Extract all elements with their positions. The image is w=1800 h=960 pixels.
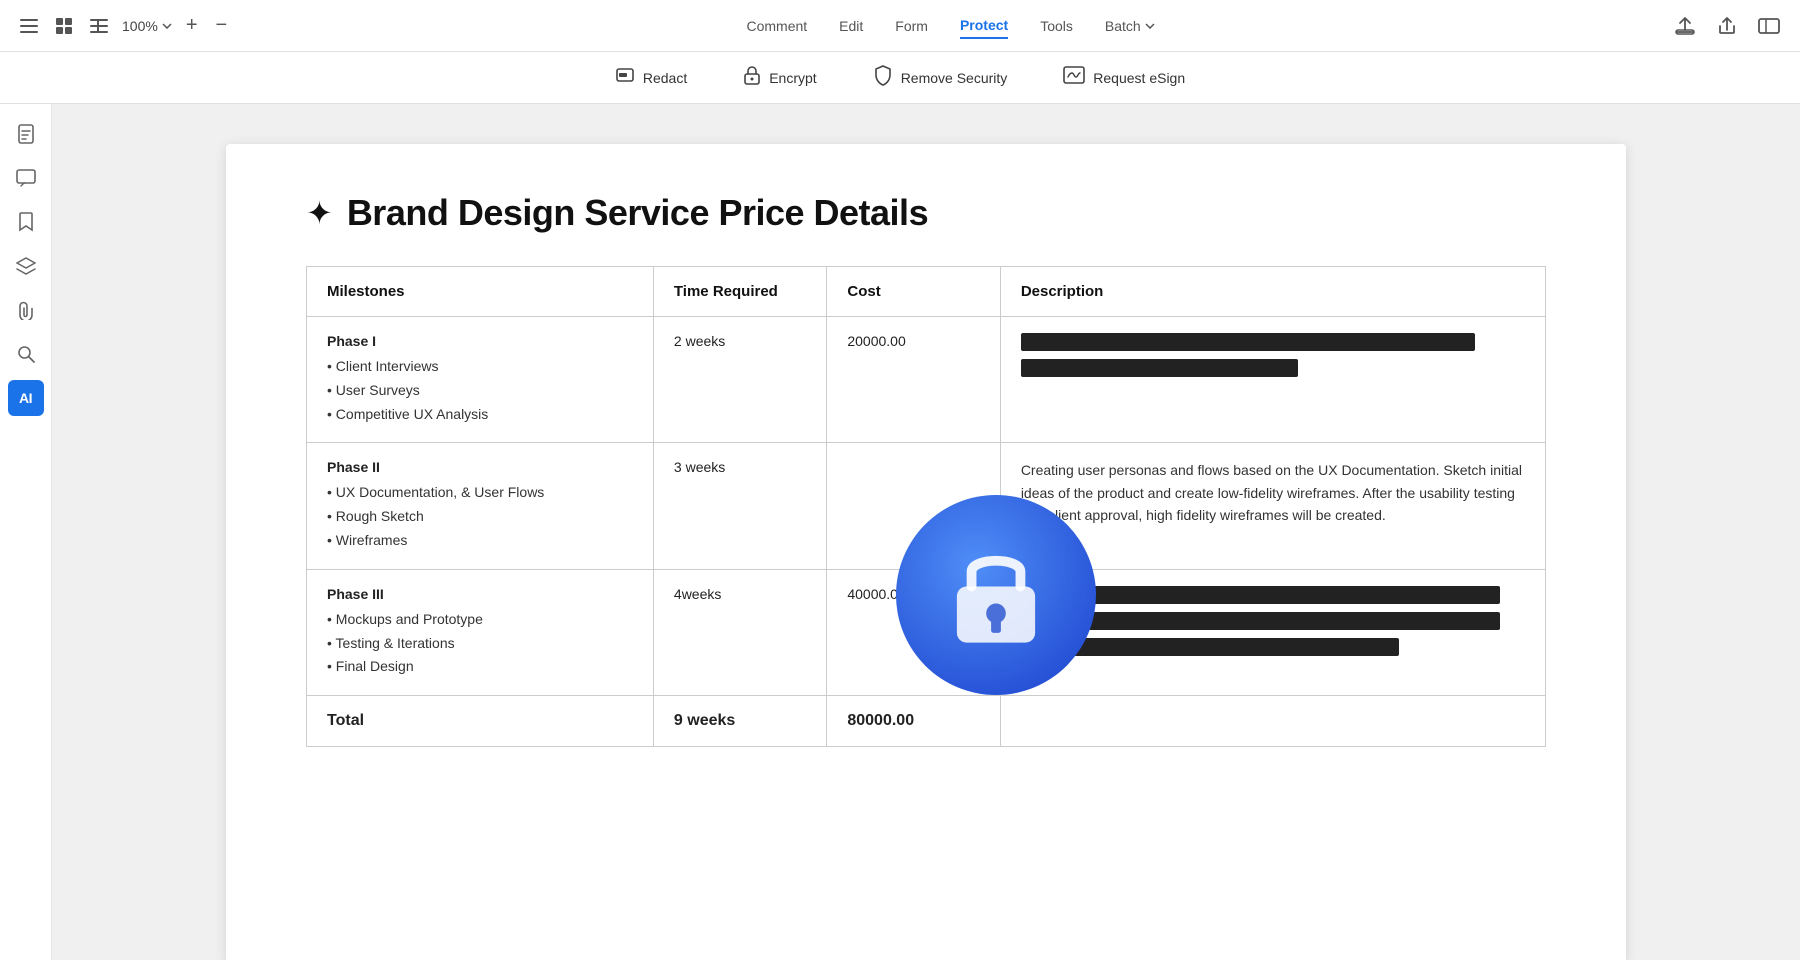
total-time: 9 weeks (653, 696, 826, 747)
zoom-control[interactable]: 100% (122, 18, 172, 34)
main-nav: Comment Edit Form Protect Tools Batch (247, 13, 1654, 39)
phase2-milestones: Phase II • UX Documentation, & User Flow… (307, 443, 654, 569)
toolbar-left: 100% + − (16, 10, 231, 41)
col-header-description: Description (1000, 267, 1545, 317)
col-header-cost: Cost (827, 267, 1000, 317)
nav-protect[interactable]: Protect (960, 13, 1008, 39)
sidebar-item-ai[interactable]: AI (8, 380, 44, 416)
phase3-time: 4weeks (653, 569, 826, 695)
phase1-title: Phase I (327, 333, 633, 349)
total-cost: 80000.00 (827, 696, 1000, 747)
share-button[interactable] (1712, 11, 1742, 41)
sidebar-item-attachment[interactable] (8, 292, 44, 328)
sparkle-icon: ✦ (306, 194, 333, 232)
col-header-time: Time Required (653, 267, 826, 317)
top-bar-actions (1670, 11, 1784, 41)
redacted-bar (1021, 359, 1298, 377)
sidebar-item-bookmark[interactable] (8, 204, 44, 240)
phase1-milestones: Phase I • Client Interviews • User Surve… (307, 317, 654, 443)
table-header-row: Milestones Time Required Cost Descriptio… (307, 267, 1546, 317)
phase3-description (1000, 569, 1545, 695)
request-esign-label: Request eSign (1093, 70, 1185, 86)
encrypt-label: Encrypt (769, 70, 816, 86)
table-row: Phase I • Client Interviews • User Surve… (307, 317, 1546, 443)
zoom-in-button[interactable]: + (182, 10, 202, 41)
phase3-title: Phase III (327, 586, 633, 602)
nav-batch[interactable]: Batch (1105, 14, 1155, 38)
redacted-bar (1021, 612, 1500, 630)
shield-icon (873, 64, 893, 91)
lock-icon (743, 65, 761, 90)
phase1-items: • Client Interviews • User Surveys • Com… (327, 355, 633, 426)
redact-button[interactable]: Redact (605, 59, 697, 96)
phase2-time: 3 weeks (653, 443, 826, 569)
price-table: Milestones Time Required Cost Descriptio… (306, 266, 1546, 747)
document-title: Brand Design Service Price Details (347, 192, 928, 234)
nav-tools[interactable]: Tools (1040, 14, 1073, 38)
remove-security-label: Remove Security (901, 70, 1008, 86)
redacted-bar (1021, 638, 1399, 656)
reader-mode-button[interactable] (1754, 14, 1784, 38)
redact-label: Redact (643, 70, 687, 86)
sidebar-item-page[interactable] (8, 116, 44, 152)
table-view-button[interactable] (86, 15, 112, 37)
sidebar-item-comment[interactable] (8, 160, 44, 196)
ai-label: AI (19, 390, 32, 406)
remove-security-button[interactable]: Remove Security (863, 58, 1018, 97)
request-esign-button[interactable]: Request eSign (1053, 60, 1195, 95)
phase2-items: • UX Documentation, & User Flows • Rough… (327, 481, 633, 552)
total-description (1000, 696, 1545, 747)
zoom-level: 100% (122, 18, 158, 34)
encrypt-button[interactable]: Encrypt (733, 59, 826, 96)
redact-icon (615, 65, 635, 90)
main-layout: AI ✦ Brand Design Service Price Details … (0, 104, 1800, 960)
phase2-cost (827, 443, 1000, 569)
phase3-items: • Mockups and Prototype • Testing & Iter… (327, 608, 633, 679)
nav-form[interactable]: Form (895, 14, 928, 38)
sidebar: AI (0, 104, 52, 960)
total-label: Total (307, 696, 654, 747)
sidebar-item-search[interactable] (8, 336, 44, 372)
esign-icon (1063, 66, 1085, 89)
sidebar-item-layers[interactable] (8, 248, 44, 284)
col-header-milestones: Milestones (307, 267, 654, 317)
phase1-time: 2 weeks (653, 317, 826, 443)
phase1-description (1000, 317, 1545, 443)
nav-edit[interactable]: Edit (839, 14, 863, 38)
top-nav-bar: 100% + − Comment Edit Form Protect Tools… (0, 0, 1800, 52)
table-total-row: Total 9 weeks 80000.00 (307, 696, 1546, 747)
grid-view-button[interactable] (52, 14, 76, 38)
protect-toolbar: Redact Encrypt Remove Security Request e… (0, 52, 1800, 104)
sidebar-toggle-button[interactable] (16, 15, 42, 37)
upload-button[interactable] (1670, 11, 1700, 41)
phase2-title: Phase II (327, 459, 633, 475)
phase3-cost: 40000.00 (827, 569, 1000, 695)
phase2-description-text: Creating user personas and flows based o… (1021, 462, 1522, 523)
redacted-bar (1021, 586, 1500, 604)
table-row: Phase II • UX Documentation, & User Flow… (307, 443, 1546, 569)
phase2-description: Creating user personas and flows based o… (1000, 443, 1545, 569)
zoom-out-button[interactable]: − (212, 10, 232, 41)
phase1-cost: 20000.00 (827, 317, 1000, 443)
document-title-row: ✦ Brand Design Service Price Details (306, 192, 1546, 234)
document-page: ✦ Brand Design Service Price Details Mil… (226, 144, 1626, 960)
redacted-bar (1021, 333, 1475, 351)
document-area: ✦ Brand Design Service Price Details Mil… (52, 104, 1800, 960)
phase3-milestones: Phase III • Mockups and Prototype • Test… (307, 569, 654, 695)
table-row: Phase III • Mockups and Prototype • Test… (307, 569, 1546, 695)
nav-comment[interactable]: Comment (746, 14, 807, 38)
